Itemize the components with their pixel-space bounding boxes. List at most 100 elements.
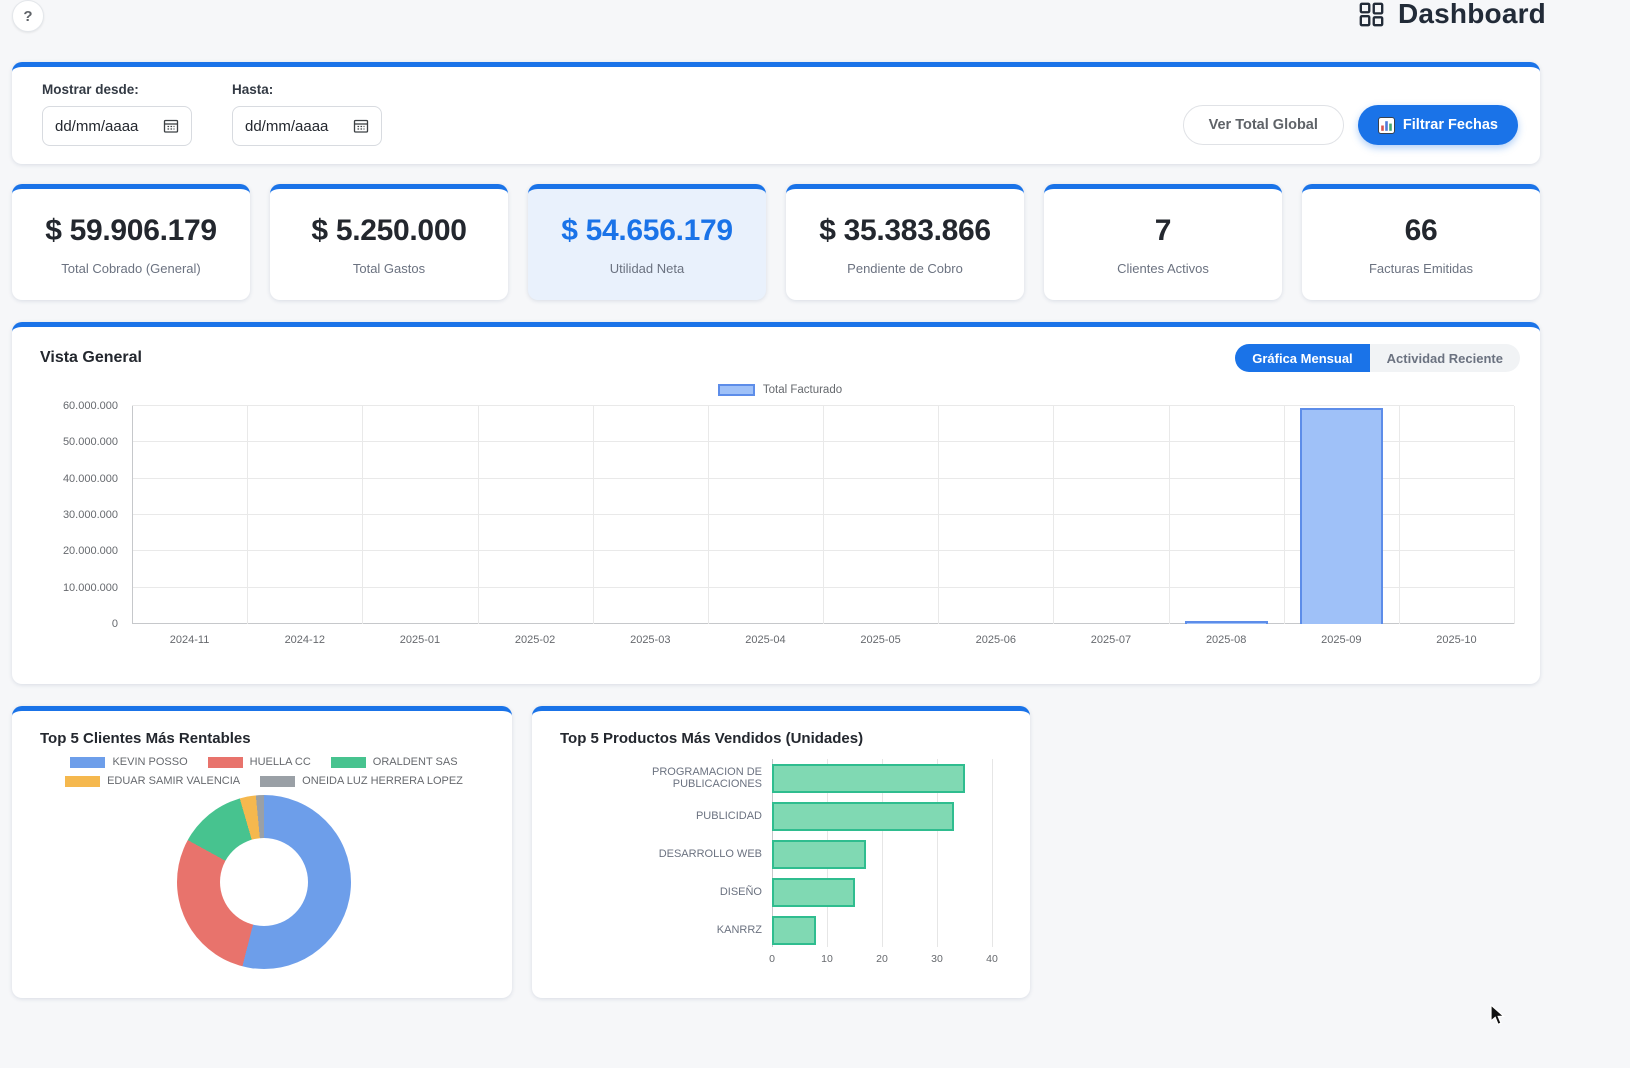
- product-label: DESARROLLO WEB: [560, 848, 772, 860]
- y-tick-label: 50.000.000: [63, 436, 118, 448]
- monthly-legend[interactable]: Total Facturado: [40, 384, 1520, 396]
- x-tick-label: 2025-10: [1399, 634, 1514, 652]
- stat-label: Pendiente de Cobro: [794, 261, 1016, 276]
- v-gridline: [1399, 406, 1400, 624]
- date-to-placeholder: dd/mm/aaaa: [245, 118, 328, 135]
- stat-card-total-cobrado: $ 59.906.179 Total Cobrado (General): [12, 184, 250, 300]
- legend-swatch: [260, 776, 295, 787]
- y-tick-label: 30.000.000: [63, 509, 118, 521]
- mouse-cursor: [1490, 1004, 1510, 1031]
- y-tick-label: 20.000.000: [63, 545, 118, 557]
- v-gridline: [1169, 406, 1170, 624]
- date-from-field: Mostrar desde: dd/mm/aaaa: [42, 82, 192, 146]
- total-facturado-label: Total Facturado: [763, 384, 842, 396]
- v-gridline: [1284, 406, 1285, 624]
- v-gridline: [938, 406, 939, 624]
- stat-value: $ 54.656.179: [536, 214, 758, 248]
- v-gridline: [478, 406, 479, 624]
- bar-2025-09[interactable]: [1300, 408, 1383, 624]
- stat-value: $ 59.906.179: [20, 214, 242, 248]
- bar-DESARROLLO WEB[interactable]: [772, 840, 866, 869]
- legend-label: KEVIN POSSO: [112, 756, 187, 768]
- date-to-field: Hasta: dd/mm/aaaa: [232, 82, 382, 146]
- stat-card-facturas-emitidas: 66 Facturas Emitidas: [1302, 184, 1540, 300]
- legend-item[interactable]: ONEIDA LUZ HERRERA LOPEZ: [260, 775, 463, 787]
- x-tick-label: 2025-03: [593, 634, 708, 652]
- overview-tabs: Gráfica Mensual Actividad Reciente: [1235, 344, 1520, 372]
- x-tick-label: 0: [769, 953, 775, 965]
- page-title-text: Dashboard: [1398, 0, 1546, 30]
- donut-hole: [220, 838, 308, 926]
- bar-track: [772, 764, 992, 793]
- stat-value: $ 35.383.866: [794, 214, 1016, 248]
- legend-label: EDUAR SAMIR VALENCIA: [107, 775, 240, 787]
- legend-label: ONEIDA LUZ HERRERA LOPEZ: [302, 775, 463, 787]
- x-tick-label: 30: [931, 953, 943, 965]
- x-tick-label: 2024-11: [132, 634, 247, 652]
- products-chart: PROGRAMACION DE PUBLICACIONESPUBLICIDADD…: [560, 759, 1006, 969]
- stat-label: Utilidad Neta: [536, 261, 758, 276]
- stat-value: 66: [1310, 214, 1532, 248]
- calendar-icon[interactable]: [353, 118, 369, 134]
- legend-item[interactable]: EDUAR SAMIR VALENCIA: [65, 775, 240, 787]
- legend-swatch: [65, 776, 100, 787]
- clients-legend: KEVIN POSSO HUELLA CC ORALDENT SAS EDUAR SA…: [40, 756, 488, 787]
- filter-card: Mostrar desde: dd/mm/aaaa Hasta: dd/mm/a…: [12, 62, 1540, 164]
- x-tick-label: 2025-09: [1284, 634, 1399, 652]
- bar-chart-icon: [1378, 117, 1395, 134]
- stat-label: Facturas Emitidas: [1310, 261, 1532, 276]
- stat-label: Clientes Activos: [1052, 261, 1274, 276]
- ver-total-global-button[interactable]: Ver Total Global: [1183, 105, 1344, 145]
- y-tick-label: 0: [112, 618, 118, 630]
- legend-swatch: [208, 757, 243, 768]
- date-from-input[interactable]: dd/mm/aaaa: [42, 106, 192, 146]
- x-tick-label: 2025-02: [478, 634, 593, 652]
- product-row: DESARROLLO WEB: [560, 835, 1006, 873]
- legend-swatch: [331, 757, 366, 768]
- legend-label: ORALDENT SAS: [373, 756, 458, 768]
- x-tick-label: 2025-05: [823, 634, 938, 652]
- filtrar-fechas-label: Filtrar Fechas: [1403, 117, 1498, 133]
- stat-label: Total Cobrado (General): [20, 261, 242, 276]
- y-tick-label: 10.000.000: [63, 582, 118, 594]
- bar-track: [772, 840, 992, 869]
- x-tick-label: 2025-04: [708, 634, 823, 652]
- bar-DISEÑO[interactable]: [772, 878, 855, 907]
- bar-PUBLICIDAD[interactable]: [772, 802, 954, 831]
- x-tick-label: 2024-12: [247, 634, 362, 652]
- product-label: DISEÑO: [560, 886, 772, 898]
- total-facturado-swatch: [718, 384, 755, 396]
- v-gridline: [362, 406, 363, 624]
- legend-item[interactable]: HUELLA CC: [208, 756, 311, 768]
- filtrar-fechas-button[interactable]: Filtrar Fechas: [1358, 105, 1518, 145]
- y-tick-label: 60.000.000: [63, 400, 118, 412]
- bar-KANRRZ[interactable]: [772, 916, 816, 945]
- stats-row: $ 59.906.179 Total Cobrado (General) $ 5…: [12, 184, 1540, 300]
- x-tick-label: 20: [876, 953, 888, 965]
- legend-label: HUELLA CC: [250, 756, 311, 768]
- calendar-icon[interactable]: [163, 118, 179, 134]
- stat-card-utilidad-neta: $ 54.656.179 Utilidad Neta: [528, 184, 766, 300]
- from-label: Mostrar desde:: [42, 82, 192, 97]
- monthly-chart: 0 10.000.000 20.000.000 30.000.000 40.000.00…: [40, 398, 1520, 656]
- tab-grafica-mensual[interactable]: Gráfica Mensual: [1235, 344, 1369, 372]
- legend-item[interactable]: KEVIN POSSO: [70, 756, 187, 768]
- stat-card-clientes-activos: 7 Clientes Activos: [1044, 184, 1282, 300]
- bar-track: [772, 802, 992, 831]
- product-row: DISEÑO: [560, 873, 1006, 911]
- y-tick-label: 40.000.000: [63, 473, 118, 485]
- top-bar: ? Dashboard: [0, 0, 1630, 54]
- product-label: PUBLICIDAD: [560, 810, 772, 822]
- v-gridline: [132, 406, 133, 624]
- v-gridline: [1514, 406, 1515, 624]
- date-to-input[interactable]: dd/mm/aaaa: [232, 106, 382, 146]
- stat-value: 7: [1052, 214, 1274, 248]
- bar-PROGRAMACION DE PUBLICACIONES[interactable]: [772, 764, 965, 793]
- tab-actividad-reciente[interactable]: Actividad Reciente: [1370, 344, 1520, 372]
- help-button[interactable]: ?: [12, 0, 44, 32]
- legend-item[interactable]: ORALDENT SAS: [331, 756, 458, 768]
- top-products-title: Top 5 Productos Más Vendidos (Unidades): [560, 730, 1006, 747]
- bar-2025-08[interactable]: [1185, 621, 1268, 624]
- clients-donut[interactable]: [177, 795, 351, 969]
- x-tick-label: 2025-08: [1169, 634, 1284, 652]
